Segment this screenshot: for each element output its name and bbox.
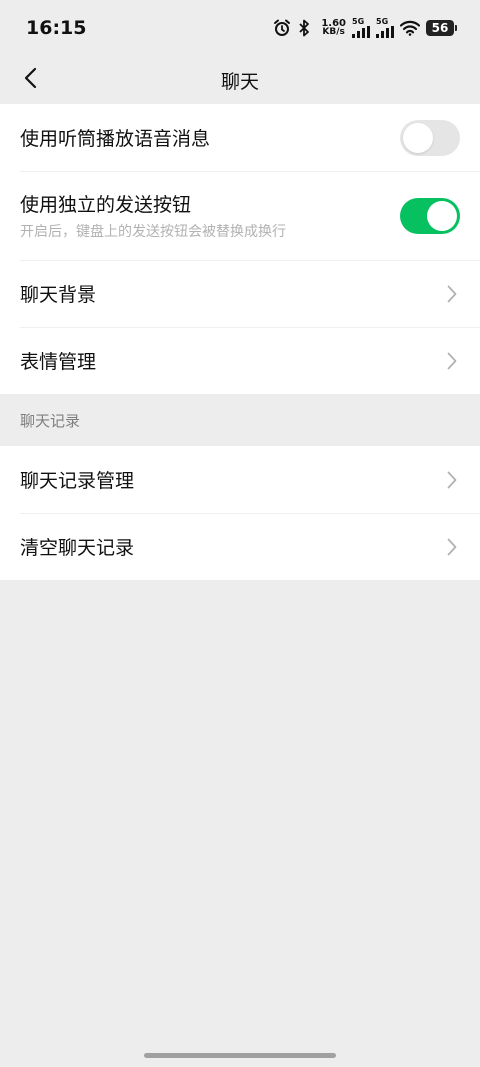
separate-send-button-row[interactable]: 使用独立的发送按钮 开启后，键盘上的发送按钮会被替换成换行 <box>0 171 480 260</box>
chat-background-label: 聊天背景 <box>20 284 97 306</box>
earpiece-playback-label: 使用听筒播放语音消息 <box>20 128 211 150</box>
sim2-label: 5G <box>376 17 389 26</box>
earpiece-playback-toggle[interactable] <box>400 119 460 156</box>
chevron-right-icon <box>446 352 458 370</box>
alarm-icon <box>273 19 291 37</box>
chat-history-management-row[interactable]: 聊天记录管理 <box>0 446 480 513</box>
wifi-icon <box>400 20 420 36</box>
clear-chat-history-row[interactable]: 清空聊天记录 <box>0 513 480 580</box>
chevron-right-icon <box>446 538 458 556</box>
toggle-knob <box>403 122 433 153</box>
status-bar: 16:15 1.60 KB/s 5G 5G 56 <box>0 0 480 56</box>
chevron-left-icon <box>23 67 37 93</box>
chat-history-section-header: 聊天记录 <box>20 411 81 430</box>
home-indicator[interactable] <box>144 1053 336 1058</box>
battery-level: 56 <box>431 21 449 35</box>
bluetooth-icon <box>297 19 311 37</box>
clear-chat-history-label: 清空聊天记录 <box>20 537 135 559</box>
nav-bar: 聊天 <box>0 56 480 104</box>
chat-history-group: 聊天记录管理 清空聊天记录 <box>0 446 480 580</box>
sim1-label: 5G <box>352 17 365 26</box>
separate-send-button-description: 开启后，键盘上的发送按钮会被替换成换行 <box>20 224 286 240</box>
toggle-knob <box>427 200 457 231</box>
separate-send-button-text: 使用独立的发送按钮 开启后，键盘上的发送按钮会被替换成换行 <box>20 190 286 241</box>
status-time: 16:15 <box>26 17 87 39</box>
chat-background-row[interactable]: 聊天背景 <box>0 260 480 327</box>
page-title: 聊天 <box>220 70 259 93</box>
sticker-management-label: 表情管理 <box>20 351 97 373</box>
data-rate-indicator: 1.60 KB/s <box>321 19 346 37</box>
earpiece-playback-row[interactable]: 使用听筒播放语音消息 <box>0 104 480 171</box>
chat-history-management-label: 聊天记录管理 <box>20 470 135 492</box>
earpiece-playback-text: 使用听筒播放语音消息 <box>20 124 210 151</box>
sticker-management-row[interactable]: 表情管理 <box>0 327 480 394</box>
status-icons: 1.60 KB/s 5G 5G 56 <box>273 18 457 38</box>
net-speed-unit: KB/s <box>322 27 345 37</box>
sim1-signal-icon: 5G <box>352 18 370 38</box>
chevron-right-icon <box>446 285 458 303</box>
battery-icon: 56 <box>426 20 457 36</box>
chevron-right-icon <box>446 471 458 489</box>
separate-send-button-label: 使用独立的发送按钮 <box>20 194 192 216</box>
back-button[interactable] <box>12 62 48 98</box>
separate-send-button-toggle[interactable] <box>400 197 460 234</box>
sim2-signal-icon: 5G <box>376 18 394 38</box>
chat-settings-group: 使用听筒播放语音消息 使用独立的发送按钮 开启后，键盘上的发送按钮会被替换成换行… <box>0 104 480 394</box>
